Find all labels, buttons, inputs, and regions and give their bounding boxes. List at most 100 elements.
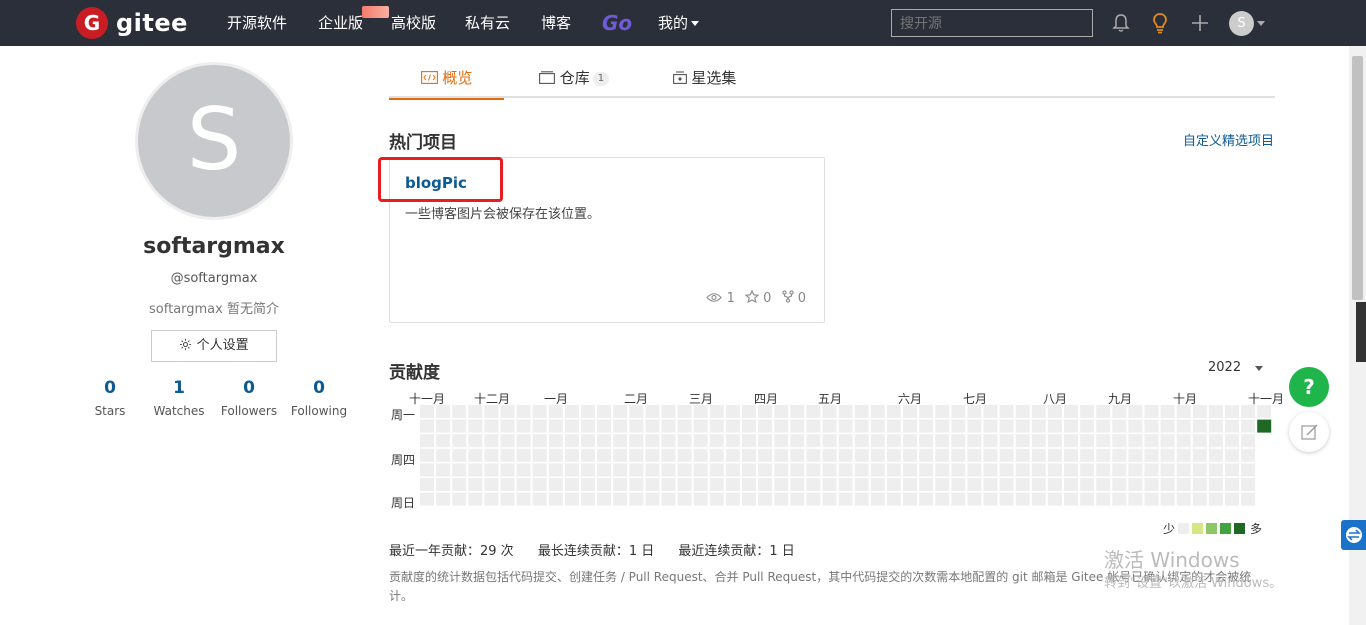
- contribution-cell: [1031, 492, 1046, 506]
- contribution-cell: [677, 478, 692, 491]
- contribution-cell: [758, 405, 773, 418]
- contribution-cell: [1047, 434, 1062, 448]
- stat-stars[interactable]: 0 Stars: [70, 378, 150, 418]
- contribution-cell: [645, 463, 660, 477]
- contribution-cell: [548, 434, 563, 448]
- bell-icon[interactable]: [1110, 12, 1132, 34]
- contribution-cell: [1015, 419, 1030, 433]
- contribution-cell: [999, 434, 1014, 448]
- contribution-cell: [742, 419, 756, 433]
- contribution-cell: [822, 478, 837, 491]
- contribution-cell: [1192, 434, 1207, 448]
- legend-swatch: [1220, 523, 1232, 534]
- contribution-cell: [822, 419, 837, 433]
- profile-avatar: S: [135, 62, 293, 220]
- tab-overview-label: 概览: [442, 69, 473, 87]
- contribution-cell: [1192, 405, 1207, 418]
- contribution-summary: 最近一年贡献：29 次 最长连续贡献：1 日 最近连续贡献：1 日: [389, 540, 815, 559]
- contribution-cell: [564, 405, 579, 418]
- gitee-logo[interactable]: G gitee: [76, 7, 188, 39]
- profile-handle: @softargmax: [170, 271, 258, 286]
- contribution-cell: [1080, 405, 1095, 418]
- contribution-cell: [790, 448, 805, 462]
- tab-overview[interactable]: 概览: [389, 62, 504, 100]
- contribution-cell: [613, 463, 628, 477]
- contribution-cell: [951, 448, 966, 462]
- contribution-cell: [903, 478, 917, 491]
- contribution-cell: [629, 463, 644, 477]
- contribution-cell: [903, 434, 917, 448]
- contribution-cell: [629, 419, 644, 433]
- project-stats: 1 0 0: [706, 289, 806, 306]
- contribution-cell: [613, 478, 628, 491]
- contribution-cell: [886, 478, 901, 491]
- gitee-logo-icon: G: [76, 7, 108, 39]
- user-avatar[interactable]: S: [1229, 11, 1254, 36]
- contribution-cell: [1241, 492, 1256, 506]
- nav-enterprise[interactable]: 企业版: [318, 0, 363, 46]
- chevron-down-icon[interactable]: [1257, 21, 1265, 26]
- contribution-cell: [420, 405, 434, 418]
- contribution-cell: [1031, 448, 1046, 462]
- contribution-cell: [1096, 463, 1111, 477]
- contribution-cell: [1047, 492, 1062, 506]
- contribution-cell: [854, 448, 869, 462]
- contribution-cell: [581, 434, 595, 448]
- contribution-cell: [1047, 463, 1062, 477]
- contribution-cell: [838, 478, 853, 491]
- stat-following[interactable]: 0 Following: [279, 378, 359, 418]
- contribution-cell: [500, 434, 515, 448]
- nav-open-source[interactable]: 开源软件: [227, 0, 287, 46]
- plus-icon[interactable]: [1189, 12, 1211, 34]
- lightbulb-icon[interactable]: [1149, 12, 1171, 34]
- tab-collections[interactable]: 星选集: [667, 62, 742, 98]
- scrollbar-thumb[interactable]: [1352, 56, 1363, 300]
- contribution-cell: [709, 448, 724, 462]
- stat-watches[interactable]: 1 Watches: [139, 378, 219, 418]
- nav-private-cloud[interactable]: 私有云: [465, 0, 510, 46]
- tab-repos[interactable]: 仓库 1: [529, 62, 619, 98]
- nav-blog[interactable]: 博客: [541, 0, 571, 46]
- contribution-cell: [645, 419, 660, 433]
- contribution-cell: [436, 448, 451, 462]
- contribution-cell: [725, 434, 740, 448]
- contribution-cell: [484, 463, 499, 477]
- personal-settings-button[interactable]: 个人设置: [151, 330, 277, 362]
- contribution-cell: [919, 492, 934, 506]
- contribution-cell: [1144, 434, 1159, 448]
- contribution-cell: [468, 405, 483, 418]
- year-select[interactable]: 2022: [1208, 360, 1241, 375]
- help-button[interactable]: ?: [1289, 367, 1329, 407]
- brand-name: gitee: [116, 9, 188, 37]
- contribution-cell: [564, 492, 579, 506]
- contribution-cell: [935, 478, 950, 491]
- contribution-cell: [581, 405, 595, 418]
- contribution-cell: [581, 448, 595, 462]
- contribution-cell: [581, 492, 595, 506]
- contribution-cell: [1241, 419, 1256, 433]
- chevron-down-icon[interactable]: [1255, 366, 1263, 371]
- nav-mine[interactable]: 我的: [658, 0, 700, 46]
- contribution-cell: [564, 434, 579, 448]
- contribution-cell: [983, 448, 998, 462]
- contribution-cell: [758, 448, 773, 462]
- contribution-cell: [1208, 434, 1223, 448]
- contribution-cell: [613, 419, 628, 433]
- legend-less: 少: [1163, 522, 1176, 536]
- contribution-cell: [420, 434, 434, 448]
- contribution-cell: [742, 448, 756, 462]
- contribution-cell: [870, 478, 885, 491]
- search-input[interactable]: [891, 9, 1093, 37]
- nav-go[interactable]: Go: [602, 0, 632, 46]
- contribution-cell: [597, 419, 612, 433]
- feedback-button[interactable]: [1289, 412, 1329, 452]
- nav-university[interactable]: 高校版: [391, 0, 436, 46]
- contribution-cell: [629, 434, 644, 448]
- contribution-cell: [758, 492, 773, 506]
- contribution-cell: [436, 419, 451, 433]
- customize-featured-link[interactable]: 自定义精选项目: [1130, 130, 1274, 149]
- contribution-cell: [983, 463, 998, 477]
- stat-label: Followers: [220, 404, 278, 418]
- side-tool-tab[interactable]: [1341, 520, 1366, 550]
- stat-followers[interactable]: 0 Followers: [209, 378, 289, 418]
